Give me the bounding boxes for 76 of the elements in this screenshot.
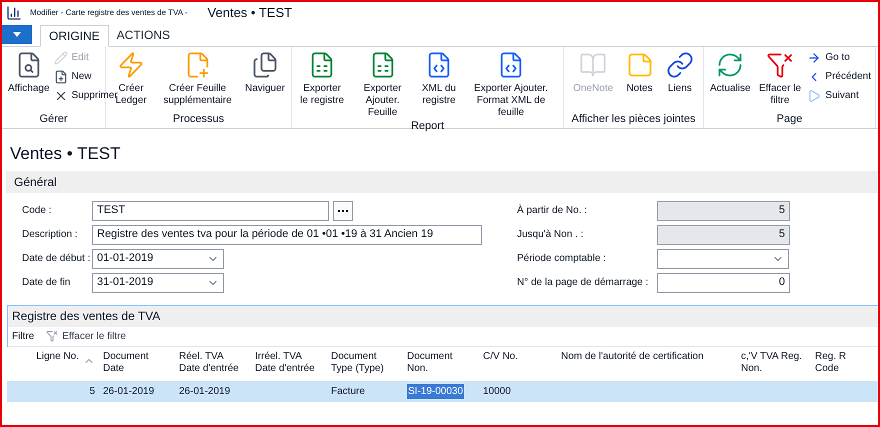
field-label: Date de début : xyxy=(22,252,92,266)
table-cell-text: 5 xyxy=(89,384,95,398)
book-icon xyxy=(579,51,608,79)
ribbon-button[interactable]: Exporter le registre xyxy=(296,47,348,119)
refresh-icon xyxy=(716,51,744,79)
field-label: À partir de No. : xyxy=(517,203,588,218)
ribbon-button[interactable]: Créer Feuille supplémentaire xyxy=(154,47,241,112)
description-field[interactable]: Registre des ventes tva pour la période de 01 •01 •19 à 31 Ancien 19 xyxy=(92,224,482,244)
filter-clear-icon xyxy=(46,330,58,342)
column-header[interactable]: C/V No. xyxy=(479,350,557,380)
column-header[interactable]: Irréel. TVA Date d'entrée xyxy=(251,350,327,380)
ribbon-group-label: Gérer xyxy=(38,112,69,127)
window-title: Ventes • TEST xyxy=(208,4,292,22)
section-title: Général xyxy=(14,174,57,190)
ribbon-button[interactable]: New xyxy=(54,70,118,84)
number-field[interactable]: 0 xyxy=(657,272,790,292)
table-cell-text: 26-01-2019 xyxy=(103,384,154,398)
ribbon-button[interactable]: Exporter Ajouter. Feuille xyxy=(350,47,415,119)
ribbon-button[interactable]: Notes xyxy=(624,47,656,112)
documents-icon xyxy=(250,51,279,79)
field-label: Date de fin xyxy=(22,276,72,290)
ribbon-button[interactable]: XML du registre xyxy=(416,47,461,119)
table-cell-text: 26-01-2019 xyxy=(179,384,230,398)
ribbon-button[interactable]: Liens xyxy=(664,47,696,112)
lookup-button[interactable] xyxy=(333,200,353,220)
ribbon-tab[interactable]: ACTIONS xyxy=(108,24,178,46)
sticky-note-icon xyxy=(626,51,654,79)
page-title: Ventes • TEST xyxy=(10,143,122,165)
ribbon-button[interactable]: Actualise xyxy=(708,47,753,112)
column-header[interactable]: Reg. R Code xyxy=(811,350,861,380)
date-dropdown[interactable]: 31-01-2019 xyxy=(92,272,224,292)
link-icon xyxy=(666,51,694,79)
field-label: N° de la page de démarrage : xyxy=(517,276,650,290)
field-label: Période comptable : xyxy=(517,252,607,266)
number-field: 5 xyxy=(657,200,790,220)
ribbon-button[interactable]: Précédent xyxy=(807,70,871,84)
app-logo-icon xyxy=(6,5,22,21)
ribbon-button[interactable]: Naviguer xyxy=(242,47,287,112)
ribbon-tab[interactable]: ORIGINE xyxy=(40,25,109,47)
code-field[interactable]: TEST xyxy=(92,200,329,220)
pencil-icon xyxy=(54,51,68,65)
table-cell-text: 10000 xyxy=(483,384,511,398)
filter-clear-icon xyxy=(766,51,794,79)
column-header[interactable]: Document Type (Type) xyxy=(327,350,403,380)
ribbon-group-label: Afficher les pièces jointes xyxy=(570,112,696,127)
lightning-icon xyxy=(117,51,146,79)
table-cell: SI-19-00030 xyxy=(407,384,464,398)
subpage-title: Registre des ventes de TVA xyxy=(12,308,160,325)
ribbon-button[interactable]: Effacer le filtre xyxy=(754,47,806,112)
ribbon-button[interactable]: Go to xyxy=(807,51,871,65)
field-label: Description : xyxy=(22,228,79,242)
caret-icon xyxy=(13,32,21,37)
ribbon-group-label: Processus xyxy=(172,112,226,127)
ribbon-button[interactable]: Exporter Ajouter. Format XML de feuille xyxy=(463,47,559,119)
number-field: 5 xyxy=(657,224,790,244)
column-header[interactable]: Réel. TVA Date d'entrée xyxy=(175,350,251,380)
toolbar-button[interactable]: Filtre xyxy=(12,328,34,344)
ribbon-button[interactable]: Affichage xyxy=(6,47,52,112)
play-icon xyxy=(807,89,822,103)
column-header[interactable]: Ligne No. xyxy=(7,350,99,380)
table-cell-text: Facture xyxy=(331,384,365,398)
field-label: Jusqu'à Non . : xyxy=(517,228,584,242)
ribbon-button[interactable]: Suivant xyxy=(807,89,871,103)
ribbon-group-label: Report xyxy=(410,119,446,134)
column-header[interactable]: c,'V TVA Reg. Non. xyxy=(737,350,811,380)
window-caption: Modifier - Carte registre des ventes de TVA - xyxy=(30,7,188,19)
new-document-icon xyxy=(54,70,68,84)
ribbon-group-label: Page xyxy=(776,112,804,127)
table-row[interactable]: 5 26-01-2019 26-01-2019 Facture SI-19-00030 10000 xyxy=(7,380,878,402)
column-header[interactable]: Document Non. xyxy=(403,350,479,380)
app-menu-button[interactable] xyxy=(2,25,32,44)
column-header[interactable]: Document Date xyxy=(99,350,175,380)
field-label: Code : xyxy=(22,204,52,218)
date-dropdown[interactable]: 01-01-2019 xyxy=(92,248,224,268)
column-header[interactable]: Nom de l'autorité de certification xyxy=(557,350,737,380)
date-dropdown[interactable] xyxy=(657,248,789,268)
